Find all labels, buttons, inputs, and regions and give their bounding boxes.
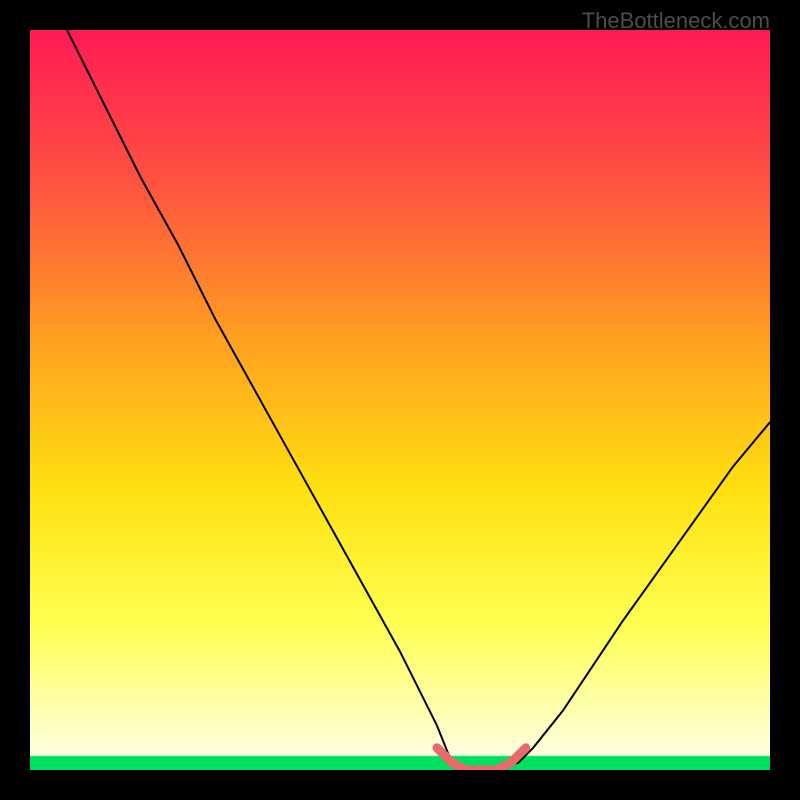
plot-area bbox=[30, 30, 770, 770]
chart-frame: TheBottleneck.com bbox=[0, 0, 800, 800]
gradient-rect bbox=[30, 30, 770, 770]
watermark-text: TheBottleneck.com bbox=[582, 8, 770, 34]
gradient-background bbox=[30, 30, 770, 770]
